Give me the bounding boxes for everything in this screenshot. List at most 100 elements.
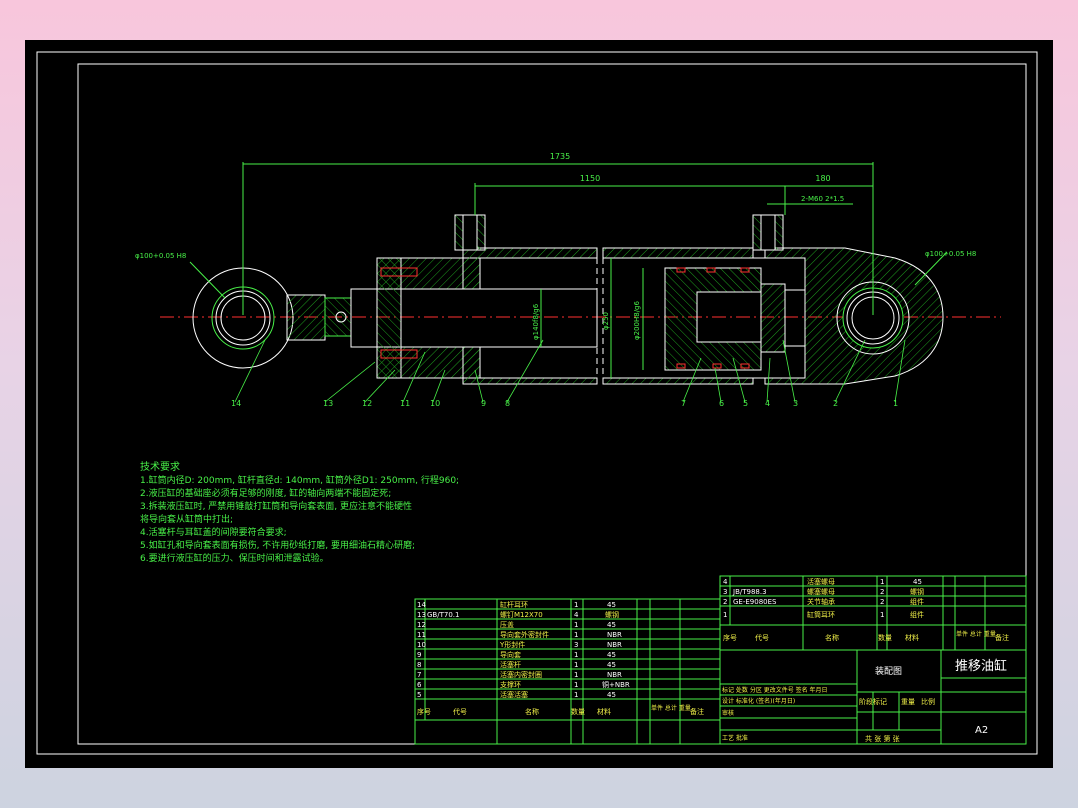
bom-upper-qty-2: 2 (880, 598, 884, 606)
bom-main-qty-13: 4 (574, 611, 579, 619)
bom-upper-no-3: 3 (723, 588, 727, 596)
bom-upper-no-4: 4 (723, 578, 728, 586)
dim-bore-fit: φ200H8/g6 (633, 301, 641, 340)
balloon-12: 12 (362, 399, 372, 408)
tech-req-title: 技术要求 (140, 460, 180, 473)
tech-req-line-6: 5.如缸孔和导向套表面有损伤, 不许用砂纸打磨, 要用细油石精心研磨; (140, 539, 415, 551)
bom-main-no-8: 8 (417, 661, 421, 669)
bom-upper-name-4: 活塞螺母 (807, 577, 835, 586)
balloon-labels: 14 13 12 11 10 9 8 7 6 5 4 3 2 1 (231, 399, 898, 408)
bom-main-name-8: 活塞杆 (500, 660, 521, 669)
bom-main-no-13: 13 (417, 611, 426, 619)
bom-main-qty-5: 1 (574, 691, 578, 699)
bom-upper-qty-3: 2 (880, 588, 884, 596)
bom-main-hdr-note: 备注 (690, 707, 704, 716)
dim-rod-end-offset: 180 (815, 174, 830, 183)
dim-port-thread: 2-M60 2*1.5 (801, 195, 844, 203)
bom-main-name-13: 螺钉M12X70 (500, 610, 543, 619)
bom-main-mat-11: NBR (607, 631, 622, 639)
tech-req-line-4: 将导向套从缸筒中打出; (140, 513, 233, 525)
weight-label: 重量 (901, 698, 915, 706)
bom-upper-hdr-name: 名称 (825, 633, 839, 642)
bom-main-hdr-mat: 材料 (597, 707, 611, 716)
bom-upper-name-2: 关节轴承 (807, 597, 835, 606)
bom-main-mat-8: 45 (607, 661, 616, 669)
bom-main-mat-6: 铜+NBR (602, 680, 630, 689)
bom-main-hdr-code: 代号 (453, 707, 467, 716)
bom-upper-hdr-weight: 单件 总计 重量 (956, 630, 996, 638)
bom-upper-name-3: 螺塞螺母 (807, 587, 835, 596)
bom-main-mat-5: 45 (607, 691, 616, 699)
bom-upper-qty-4: 1 (880, 578, 884, 586)
bom-main-mat-10: NBR (607, 641, 622, 649)
bom-main-name-6: 支撑环 (500, 680, 521, 689)
bom-main-qty-12: 1 (574, 621, 578, 629)
bom-main-mat-13: 螺钢 (605, 610, 619, 619)
tech-req-line-5: 4.活塞杆与耳缸盖的间隙要符合要求; (140, 526, 287, 538)
bom-main-qty-14: 1 (574, 601, 578, 609)
part-name-title: 推移油缸 (955, 658, 1007, 674)
cad-viewport[interactable]: 1735 1150 180 2-M60 2*1.5 φ100+0.05 H8 φ… (25, 40, 1053, 768)
stage-mark-label: 阶段标记 (859, 697, 887, 706)
balloon-2: 2 (833, 399, 838, 408)
bom-upper-code-2: GE-E9080ES (733, 598, 777, 606)
bom-main-name-10: Y形封件 (499, 640, 525, 649)
dim-stroke-span: 1150 (580, 174, 600, 183)
sign-row-4: 工艺 批准 (722, 734, 748, 742)
bom-upper-no-2: 2 (723, 598, 727, 606)
bom-main-qty-9: 1 (574, 651, 578, 659)
dim-rod-dia: φ140f8/g6 (532, 303, 540, 340)
dim-overall-length: 1735 (550, 152, 570, 161)
bom-upper-mat-4: 45 (913, 578, 922, 586)
bom-main-qty-6: 1 (574, 681, 578, 689)
bom-upper-hdr-mat: 材料 (905, 633, 919, 642)
tech-req-line-2: 2.液压缸的基础座必须有足够的刚度, 缸的轴向两端不能固定死; (140, 487, 391, 499)
bom-main-mat-7: NBR (607, 671, 622, 679)
bom-upper-code-3: JB/T988.3 (732, 588, 767, 596)
bom-main-qty-10: 3 (574, 641, 578, 649)
bom-upper-no-1: 1 (723, 611, 727, 619)
assembly-drawing: 1735 1150 180 2-M60 2*1.5 φ100+0.05 H8 φ… (36, 51, 1038, 755)
bom-main-qty-7: 1 (574, 671, 578, 679)
bom-main-table (414, 598, 721, 745)
balloon-13: 13 (323, 399, 333, 408)
tech-req-line-3: 3.拆装液压缸时, 严禁用锤敲打缸筒和导向套表面, 更应注意不能硬性 (140, 500, 412, 512)
dim-bore: φ250 (602, 312, 610, 330)
bom-main-qty-8: 1 (574, 661, 578, 669)
bom-main-name-7: 活塞内密封圈 (500, 670, 542, 679)
bom-main-name-14: 缸杆耳环 (500, 600, 528, 609)
bom-main-name-12: 压盖 (500, 620, 514, 629)
balloon-9: 9 (481, 399, 486, 408)
bom-upper-hdr-qty: 数量 (878, 633, 892, 642)
bom-main-mat-9: 45 (607, 651, 616, 659)
tech-req-line-1: 1.缸筒内径D: 200mm, 缸杆直径d: 140mm, 缸筒外径D1: 25… (140, 474, 459, 486)
bom-main-no-7: 7 (417, 671, 421, 679)
bom-main-name-9: 导向套 (500, 650, 521, 659)
dim-pin-fit-right: φ100+0.05 H8 (925, 250, 976, 258)
bom-main-hdr-name: 名称 (525, 707, 539, 716)
bom-upper-mat-3: 螺钢 (910, 587, 924, 596)
drawing-type-label: 装配图 (875, 665, 902, 677)
sheet-count-label: 共 张 第 张 (865, 734, 900, 743)
bom-upper-name-1: 缸筒耳环 (807, 610, 835, 619)
bom-upper-hdr-no: 序号 (723, 633, 737, 642)
balloon-7: 7 (681, 399, 686, 408)
balloon-1: 1 (893, 399, 898, 408)
bom-main-hdr-weight: 单件 总计 重量 (651, 704, 691, 712)
balloon-3: 3 (793, 399, 798, 408)
balloon-4: 4 (765, 399, 770, 408)
bom-main-name-11: 导向套外密封件 (500, 630, 549, 639)
bom-main-qty-11: 1 (574, 631, 578, 639)
balloon-14: 14 (231, 399, 241, 408)
tech-req-line-7: 6.要进行液压缸的压力、保压时间和泄露试验。 (140, 552, 329, 564)
balloon-10: 10 (430, 399, 440, 408)
bom-upper-qty-1: 1 (880, 611, 884, 619)
bom-upper-text: 4 活塞螺母 1 45 3 JB/T988.3 螺塞螺母 2 螺钢 2 GE-E… (723, 577, 1009, 642)
balloon-11: 11 (400, 399, 410, 408)
inner-frame (77, 63, 1027, 745)
bom-upper-hdr-note: 备注 (995, 633, 1009, 642)
bom-main-no-10: 10 (417, 641, 426, 649)
balloon-8: 8 (505, 399, 510, 408)
bom-main-no-11: 11 (417, 631, 426, 639)
technical-requirements: 技术要求 1.缸筒内径D: 200mm, 缸杆直径d: 140mm, 缸筒外径D… (140, 460, 459, 564)
